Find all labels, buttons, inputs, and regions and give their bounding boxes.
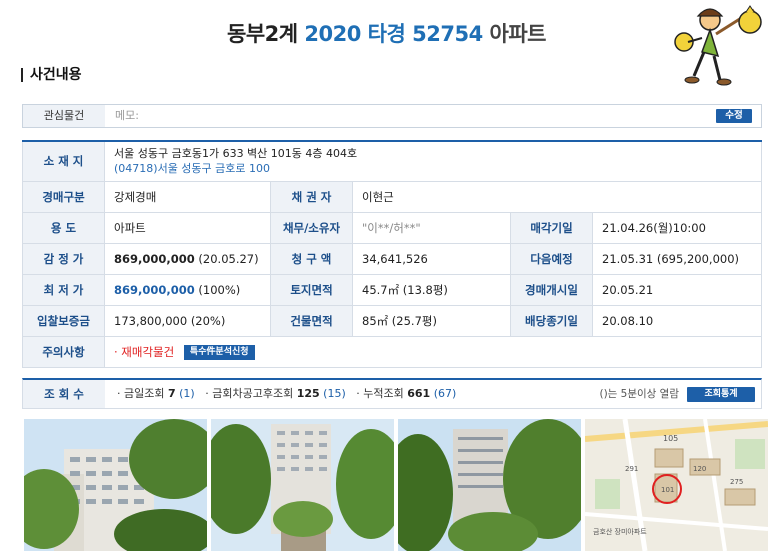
map-label-5: 120 xyxy=(693,465,706,473)
map-label-2: 금호산 장미아파트 xyxy=(593,527,647,536)
resale-warning: · 재매각물건 xyxy=(114,344,175,359)
edit-memo-button[interactable]: 수정 xyxy=(716,109,752,123)
after-notice-views-recent: (15) xyxy=(323,387,346,400)
view-note: ()는 5분이상 열람 xyxy=(599,388,679,400)
today-views-label: · 금일조회 xyxy=(117,387,165,400)
appraisal-cell: 869,000,000 (20.05.27) xyxy=(104,242,271,275)
sale-date-value: 21.04.26(월)10:00 xyxy=(592,211,762,244)
map-label-6: 101 xyxy=(661,486,674,494)
location-label: 소 재 지 xyxy=(22,140,105,182)
next-sale-label: 다음예정 xyxy=(510,242,593,275)
today-views-recent: (1) xyxy=(179,387,195,400)
usage-label: 용 도 xyxy=(22,211,105,244)
location-cell: 서울 성동구 금호동1가 633 벽산 101동 4층 404호 (04718)… xyxy=(104,140,762,182)
memo-field[interactable]: 메모: xyxy=(115,105,139,127)
land-area-label: 토지면적 xyxy=(270,273,353,306)
debtor-value: "이**/허**" xyxy=(352,211,511,244)
after-notice-views-label: · 금회차공고후조회 xyxy=(205,387,294,400)
view-count-row: 조 회 수 · 금일조회 7 (1) · 금회차공고후조회 125 (15) ·… xyxy=(22,378,762,409)
creditor-label: 채 권 자 xyxy=(270,180,353,213)
deposit-label: 입찰보증금 xyxy=(22,304,105,337)
usage-value: 아파트 xyxy=(104,211,271,244)
map-label-3: 291 xyxy=(625,465,638,473)
photo-gallery: 105 금호산 장미아파트 291 275 120 101 xyxy=(24,419,768,551)
auction-type-label: 경매구분 xyxy=(22,180,105,213)
minimum-price-cell: 869,000,000 (100%) xyxy=(104,273,271,306)
after-notice-views-value: 125 xyxy=(296,387,320,400)
memo-row: 관심물건 메모: 수정 xyxy=(22,104,762,128)
next-sale-value: 21.05.31 (695,200,000) xyxy=(592,242,762,275)
total-views-label: · 누적조회 xyxy=(356,387,404,400)
auction-start-value: 20.05.21 xyxy=(592,273,762,306)
photo-apartment-1[interactable] xyxy=(24,419,207,551)
debtor-label: 채무/소유자 xyxy=(270,211,353,244)
dividend-deadline-value: 20.08.10 xyxy=(592,304,762,337)
appraisal-date: (20.05.27) xyxy=(198,251,259,266)
view-stats-button[interactable]: 조회통계 xyxy=(687,387,755,402)
dividend-deadline-label: 배당종기일 xyxy=(510,304,593,337)
case-title: 동부2계 2020 타경 52754 아파트 xyxy=(0,18,773,48)
address-lot: 서울 성동구 금호동1가 633 벽산 101동 4층 404호 xyxy=(114,147,358,161)
land-area-value: 45.7㎡ (13.8평) xyxy=(352,273,511,306)
special-analysis-button[interactable]: 특수件분석신청 xyxy=(183,344,255,360)
court-division: 동부2계 xyxy=(227,22,298,46)
building-area-label: 건물면적 xyxy=(270,304,353,337)
case-number: 2020 타경 52754 xyxy=(304,22,483,46)
total-views-value: 661 xyxy=(407,387,431,400)
deposit-value: 173,800,000 (20%) xyxy=(104,304,271,337)
property-type: 아파트 xyxy=(489,22,547,46)
photo-apartment-2[interactable] xyxy=(211,419,394,551)
auction-start-label: 경매개시일 xyxy=(510,273,593,306)
address-road[interactable]: (04718)서울 성동구 금호로 100 xyxy=(114,161,752,176)
claim-value: 34,641,526 xyxy=(352,242,511,275)
claim-label: 청 구 액 xyxy=(270,242,353,275)
auction-type-value: 강제경매 xyxy=(104,180,271,213)
appraisal-label: 감 정 가 xyxy=(22,242,105,275)
minimum-price-label: 최 저 가 xyxy=(22,273,105,306)
section-title: 사건내용 xyxy=(21,68,82,82)
minimum-price-pct: (100%) xyxy=(198,282,241,297)
notes-label: 주의사항 xyxy=(22,335,105,368)
case-info-table: 소 재 지 서울 성동구 금호동1가 633 벽산 101동 4층 404호 (… xyxy=(22,140,762,368)
map-label-1: 105 xyxy=(663,434,678,443)
map-label-4: 275 xyxy=(730,478,743,486)
building-area-value: 85㎡ (25.7평) xyxy=(352,304,511,337)
photo-apartment-3[interactable] xyxy=(398,419,581,551)
notes-cell: · 재매각물건 특수件분석신청 xyxy=(104,335,762,368)
memo-label: 관심물건 xyxy=(23,105,105,127)
creditor-value: 이현근 xyxy=(352,180,762,213)
view-count-label: 조 회 수 xyxy=(23,380,105,408)
today-views-value: 7 xyxy=(167,387,176,400)
minimum-price-value: 869,000,000 xyxy=(114,282,195,297)
appraisal-value: 869,000,000 xyxy=(114,251,195,266)
view-stats: · 금일조회 7 (1) · 금회차공고후조회 125 (15) · 누적조회 … xyxy=(117,380,456,408)
photo-location-map[interactable]: 105 금호산 장미아파트 291 275 120 101 xyxy=(585,419,768,551)
total-views-recent: (67) xyxy=(433,387,457,400)
sale-date-label: 매각기일 xyxy=(510,211,593,244)
wanderer-mascot-icon xyxy=(674,5,762,86)
